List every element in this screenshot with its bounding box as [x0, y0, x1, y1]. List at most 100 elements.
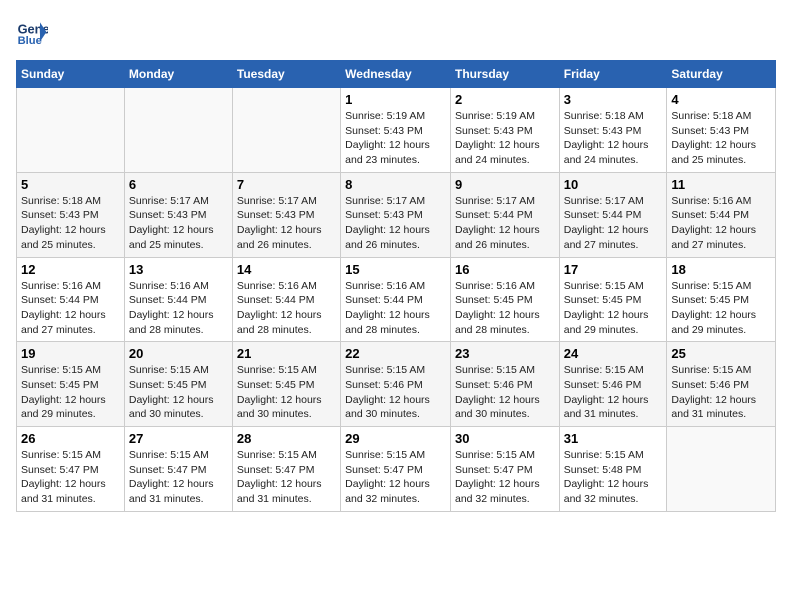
day-cell: 4 Sunrise: 5:18 AMSunset: 5:43 PMDaylight… [667, 88, 776, 173]
day-cell: 11 Sunrise: 5:16 AMSunset: 5:44 PMDayligh… [667, 172, 776, 257]
day-info: Sunrise: 5:16 AMSunset: 5:44 PMDaylight:… [21, 279, 120, 338]
day-info: Sunrise: 5:15 AMSunset: 5:45 PMDaylight:… [21, 363, 120, 422]
day-info: Sunrise: 5:16 AMSunset: 5:45 PMDaylight:… [455, 279, 555, 338]
calendar-table: SundayMondayTuesdayWednesdayThursdayFrid… [16, 60, 776, 512]
day-cell: 22Sunrise: 5:15 AMSunset: 5:46 PMDayligh… [341, 342, 451, 427]
day-number: 1 [345, 92, 446, 107]
day-info: Sunrise: 5:15 AMSunset: 5:46 PMDaylight:… [564, 363, 663, 422]
day-number: 11 [671, 177, 771, 192]
column-header-tuesday: Tuesday [232, 61, 340, 88]
week-row-3: 12 Sunrise: 5:16 AMSunset: 5:44 PMDayligh… [17, 257, 776, 342]
day-number: 18 [671, 262, 771, 277]
day-number: 2 [455, 92, 555, 107]
day-info: Sunrise: 5:15 AMSunset: 5:45 PMDaylight:… [129, 363, 228, 422]
day-cell: 26 Sunrise: 5:15 AMSunset: 5:47 PMDayligh… [17, 427, 125, 512]
day-info: Sunrise: 5:16 AMSunset: 5:44 PMDaylight:… [671, 194, 771, 253]
day-number: 4 [671, 92, 771, 107]
day-cell: 23 Sunrise: 5:15 AMSunset: 5:46 PMDayligh… [450, 342, 559, 427]
day-cell: 29 Sunrise: 5:15 AMSunset: 5:47 PMDayligh… [341, 427, 451, 512]
day-info: Sunrise: 5:19 AMSunset: 5:43 PMDaylight:… [455, 109, 555, 168]
day-info: Sunrise: 5:15 AMSunset: 5:47 PMDaylight:… [129, 448, 228, 507]
day-cell: 21Sunrise: 5:15 AMSunset: 5:45 PMDayligh… [232, 342, 340, 427]
week-row-4: 19Sunrise: 5:15 AMSunset: 5:45 PMDayligh… [17, 342, 776, 427]
day-cell: 19Sunrise: 5:15 AMSunset: 5:45 PMDayligh… [17, 342, 125, 427]
day-number: 9 [455, 177, 555, 192]
day-info: Sunrise: 5:17 AMSunset: 5:43 PMDaylight:… [345, 194, 446, 253]
day-number: 3 [564, 92, 663, 107]
day-number: 20 [129, 346, 228, 361]
day-number: 16 [455, 262, 555, 277]
column-header-friday: Friday [559, 61, 667, 88]
day-cell: 7 Sunrise: 5:17 AMSunset: 5:43 PMDaylight… [232, 172, 340, 257]
day-cell: 10 Sunrise: 5:17 AMSunset: 5:44 PMDayligh… [559, 172, 667, 257]
day-cell: 27Sunrise: 5:15 AMSunset: 5:47 PMDayligh… [124, 427, 232, 512]
day-number: 23 [455, 346, 555, 361]
day-info: Sunrise: 5:16 AMSunset: 5:44 PMDaylight:… [237, 279, 336, 338]
days-header-row: SundayMondayTuesdayWednesdayThursdayFrid… [17, 61, 776, 88]
day-number: 29 [345, 431, 446, 446]
day-cell: 6 Sunrise: 5:17 AMSunset: 5:43 PMDaylight… [124, 172, 232, 257]
day-number: 14 [237, 262, 336, 277]
week-row-1: 1 Sunrise: 5:19 AMSunset: 5:43 PMDaylight… [17, 88, 776, 173]
day-number: 7 [237, 177, 336, 192]
day-info: Sunrise: 5:15 AMSunset: 5:45 PMDaylight:… [564, 279, 663, 338]
day-number: 24 [564, 346, 663, 361]
day-cell: 12 Sunrise: 5:16 AMSunset: 5:44 PMDayligh… [17, 257, 125, 342]
day-cell: 20 Sunrise: 5:15 AMSunset: 5:45 PMDayligh… [124, 342, 232, 427]
day-info: Sunrise: 5:15 AMSunset: 5:47 PMDaylight:… [455, 448, 555, 507]
column-header-wednesday: Wednesday [341, 61, 451, 88]
day-number: 25 [671, 346, 771, 361]
day-number: 22 [345, 346, 446, 361]
day-info: Sunrise: 5:19 AMSunset: 5:43 PMDaylight:… [345, 109, 446, 168]
day-cell [232, 88, 340, 173]
day-number: 5 [21, 177, 120, 192]
day-info: Sunrise: 5:15 AMSunset: 5:45 PMDaylight:… [237, 363, 336, 422]
page-header: General Blue [16, 16, 776, 48]
day-cell: 24 Sunrise: 5:15 AMSunset: 5:46 PMDayligh… [559, 342, 667, 427]
day-cell: 25 Sunrise: 5:15 AMSunset: 5:46 PMDayligh… [667, 342, 776, 427]
day-cell: 2 Sunrise: 5:19 AMSunset: 5:43 PMDaylight… [450, 88, 559, 173]
day-cell: 8Sunrise: 5:17 AMSunset: 5:43 PMDaylight… [341, 172, 451, 257]
day-info: Sunrise: 5:17 AMSunset: 5:43 PMDaylight:… [237, 194, 336, 253]
day-cell: 3 Sunrise: 5:18 AMSunset: 5:43 PMDaylight… [559, 88, 667, 173]
day-number: 13 [129, 262, 228, 277]
day-info: Sunrise: 5:15 AMSunset: 5:47 PMDaylight:… [21, 448, 120, 507]
day-info: Sunrise: 5:15 AMSunset: 5:46 PMDaylight:… [671, 363, 771, 422]
day-number: 15 [345, 262, 446, 277]
day-number: 17 [564, 262, 663, 277]
day-cell: 31Sunrise: 5:15 AMSunset: 5:48 PMDayligh… [559, 427, 667, 512]
day-info: Sunrise: 5:18 AMSunset: 5:43 PMDaylight:… [21, 194, 120, 253]
day-info: Sunrise: 5:17 AMSunset: 5:44 PMDaylight:… [455, 194, 555, 253]
day-info: Sunrise: 5:16 AMSunset: 5:44 PMDaylight:… [129, 279, 228, 338]
day-number: 6 [129, 177, 228, 192]
day-cell [17, 88, 125, 173]
day-info: Sunrise: 5:18 AMSunset: 5:43 PMDaylight:… [671, 109, 771, 168]
day-cell: 15 Sunrise: 5:16 AMSunset: 5:44 PMDayligh… [341, 257, 451, 342]
column-header-saturday: Saturday [667, 61, 776, 88]
day-cell: 16 Sunrise: 5:16 AMSunset: 5:45 PMDayligh… [450, 257, 559, 342]
week-row-5: 26 Sunrise: 5:15 AMSunset: 5:47 PMDayligh… [17, 427, 776, 512]
column-header-sunday: Sunday [17, 61, 125, 88]
day-number: 30 [455, 431, 555, 446]
logo: General Blue [16, 16, 48, 48]
day-info: Sunrise: 5:15 AMSunset: 5:47 PMDaylight:… [345, 448, 446, 507]
day-cell: 1 Sunrise: 5:19 AMSunset: 5:43 PMDaylight… [341, 88, 451, 173]
day-number: 12 [21, 262, 120, 277]
week-row-2: 5 Sunrise: 5:18 AMSunset: 5:43 PMDaylight… [17, 172, 776, 257]
day-info: Sunrise: 5:15 AMSunset: 5:47 PMDaylight:… [237, 448, 336, 507]
day-cell [124, 88, 232, 173]
day-number: 31 [564, 431, 663, 446]
day-number: 10 [564, 177, 663, 192]
day-info: Sunrise: 5:16 AMSunset: 5:44 PMDaylight:… [345, 279, 446, 338]
day-cell: 14 Sunrise: 5:16 AMSunset: 5:44 PMDayligh… [232, 257, 340, 342]
column-header-monday: Monday [124, 61, 232, 88]
svg-text:Blue: Blue [18, 35, 42, 47]
day-cell: 30 Sunrise: 5:15 AMSunset: 5:47 PMDayligh… [450, 427, 559, 512]
column-header-thursday: Thursday [450, 61, 559, 88]
day-info: Sunrise: 5:15 AMSunset: 5:46 PMDaylight:… [455, 363, 555, 422]
day-info: Sunrise: 5:18 AMSunset: 5:43 PMDaylight:… [564, 109, 663, 168]
day-number: 26 [21, 431, 120, 446]
day-info: Sunrise: 5:17 AMSunset: 5:44 PMDaylight:… [564, 194, 663, 253]
day-info: Sunrise: 5:17 AMSunset: 5:43 PMDaylight:… [129, 194, 228, 253]
day-cell: 13 Sunrise: 5:16 AMSunset: 5:44 PMDayligh… [124, 257, 232, 342]
